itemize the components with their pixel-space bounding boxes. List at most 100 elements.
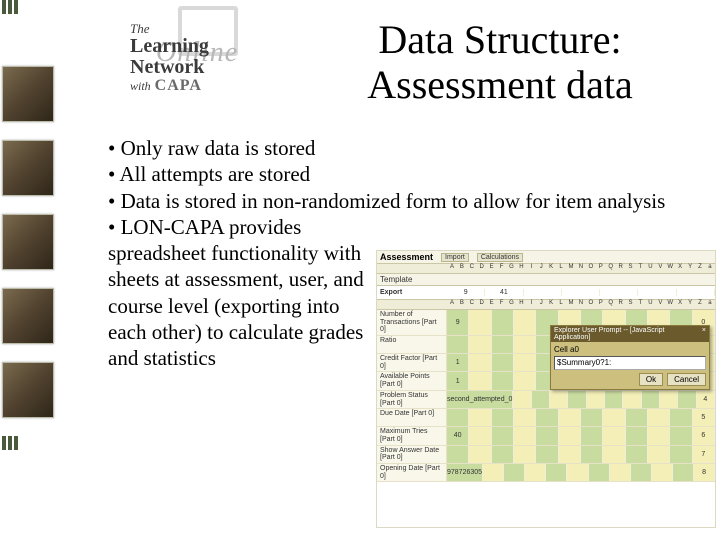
- sheet-cell[interactable]: [514, 372, 536, 389]
- logo-with: with: [130, 79, 151, 93]
- sheet-cell[interactable]: [626, 427, 648, 444]
- sheet-cell[interactable]: [587, 391, 605, 408]
- logo-capa: CAPA: [155, 77, 202, 94]
- sheet-cell[interactable]: [492, 409, 514, 426]
- sheet-cell[interactable]: [536, 409, 558, 426]
- sheet-cell[interactable]: [581, 446, 603, 463]
- sheet-cell[interactable]: [603, 409, 625, 426]
- sheet-cell[interactable]: [492, 372, 514, 389]
- bullet-item: LON-CAPA provides spreadsheet functional…: [108, 214, 368, 372]
- sheet-cell[interactable]: [559, 446, 581, 463]
- sheet-cell[interactable]: [532, 391, 550, 408]
- sheet-cell[interactable]: [492, 354, 514, 371]
- sheet-cell[interactable]: [610, 464, 631, 481]
- sheet-cell[interactable]: [648, 427, 670, 444]
- sheet-cell[interactable]: [623, 391, 641, 408]
- sheet-cell[interactable]: [469, 372, 491, 389]
- sheet-cell[interactable]: [550, 391, 568, 408]
- sheet-cell[interactable]: 1: [447, 372, 469, 389]
- dialog-titlebar: Explorer User Prompt -- [JavaScript Appl…: [551, 326, 709, 342]
- sheet-cell[interactable]: 8: [694, 464, 715, 481]
- sheet-cell[interactable]: 978726305: [447, 464, 483, 481]
- sheet-cell[interactable]: [514, 409, 536, 426]
- dialog-cancel-button[interactable]: Cancel: [667, 373, 706, 386]
- sheet-cell[interactable]: [469, 354, 491, 371]
- sheet-cell[interactable]: [525, 464, 546, 481]
- sheet-cell[interactable]: [536, 446, 558, 463]
- row-label: Maximum Tries [Part 0]: [377, 427, 447, 444]
- sheet-cell[interactable]: 6: [693, 427, 715, 444]
- sheet-cell[interactable]: 5: [693, 409, 715, 426]
- export-cell-a[interactable]: 9: [447, 289, 485, 296]
- sheet-cell[interactable]: [559, 427, 581, 444]
- sheet-cell[interactable]: [626, 446, 648, 463]
- sheet-cell[interactable]: 40: [447, 427, 469, 444]
- sheet-cell[interactable]: [660, 391, 678, 408]
- sheet-cell[interactable]: [504, 464, 525, 481]
- sheet-cell[interactable]: 7: [693, 446, 715, 463]
- sheet-cell[interactable]: [492, 427, 514, 444]
- cell-edit-dialog: Explorer User Prompt -- [JavaScript Appl…: [550, 325, 710, 390]
- sheet-cell[interactable]: [648, 409, 670, 426]
- sheet-cell[interactable]: [603, 427, 625, 444]
- sheet-cell[interactable]: [492, 310, 514, 335]
- sheet-cell[interactable]: [589, 464, 610, 481]
- sidebar-photo: [2, 362, 54, 418]
- sheet-cell[interactable]: [469, 409, 491, 426]
- sheet-cell[interactable]: [492, 446, 514, 463]
- sheet-cell[interactable]: [642, 391, 660, 408]
- sheet-calc-button[interactable]: Calculations: [477, 253, 523, 262]
- dialog-expression-input[interactable]: $Summary0?1:: [554, 356, 706, 370]
- sheet-cell[interactable]: [568, 391, 586, 408]
- sheet-cell[interactable]: [514, 336, 536, 353]
- sheet-row: Show Answer Date [Part 0]7: [377, 446, 715, 464]
- sheet-cell[interactable]: [469, 310, 491, 335]
- sheet-cell[interactable]: [652, 464, 673, 481]
- sheet-cell[interactable]: [648, 446, 670, 463]
- bullet-item: Data is stored in non-randomized form to…: [108, 188, 703, 214]
- sheet-cell[interactable]: [447, 446, 469, 463]
- sheet-cell[interactable]: [514, 310, 536, 335]
- sheet-cell[interactable]: [447, 336, 469, 353]
- sheet-cell[interactable]: [469, 427, 491, 444]
- sheet-cell[interactable]: 4: [697, 391, 715, 408]
- sheet-cell[interactable]: [670, 427, 692, 444]
- sheet-import-button[interactable]: Import: [441, 253, 469, 262]
- title-line-1: Data Structure:: [300, 18, 700, 63]
- sheet-cell[interactable]: [559, 409, 581, 426]
- sheet-cell[interactable]: [536, 427, 558, 444]
- sheet-cell[interactable]: [626, 409, 648, 426]
- sheet-cell[interactable]: [447, 409, 469, 426]
- sheet-cell[interactable]: [670, 446, 692, 463]
- row-label: Available Points [Part 0]: [377, 372, 447, 389]
- sheet-cell[interactable]: second_attempted_0: [447, 391, 513, 408]
- sheet-cell[interactable]: [492, 336, 514, 353]
- sheet-cell[interactable]: [514, 354, 536, 371]
- sheet-cell[interactable]: [513, 391, 531, 408]
- sheet-cell[interactable]: 1: [447, 354, 469, 371]
- sheet-cell[interactable]: [514, 446, 536, 463]
- sheet-cell[interactable]: [605, 391, 623, 408]
- sidebar-photo: [2, 66, 54, 122]
- sheet-column-header-2: ABCDEFGHIJKLMNOPQRSTUVWXYZa: [377, 300, 715, 310]
- sheet-cell[interactable]: [670, 409, 692, 426]
- sheet-cell[interactable]: [678, 391, 696, 408]
- dialog-ok-button[interactable]: Ok: [639, 373, 663, 386]
- sheet-cell[interactable]: [469, 446, 491, 463]
- sheet-cell[interactable]: [603, 446, 625, 463]
- sheet-cell[interactable]: [581, 409, 603, 426]
- template-label: Template: [380, 275, 412, 284]
- sheet-cell[interactable]: [546, 464, 567, 481]
- sheet-cell[interactable]: [483, 464, 504, 481]
- close-icon[interactable]: ×: [702, 327, 706, 341]
- dialog-cell-label: Cell a0: [554, 345, 706, 354]
- sheet-cell[interactable]: [673, 464, 694, 481]
- sheet-cell[interactable]: [514, 427, 536, 444]
- sidebar-photo: [2, 140, 54, 196]
- sheet-cell[interactable]: [581, 427, 603, 444]
- sheet-cell[interactable]: [631, 464, 652, 481]
- export-cell-b[interactable]: 41: [485, 289, 523, 296]
- sheet-cell[interactable]: [469, 336, 491, 353]
- sheet-cell[interactable]: [567, 464, 588, 481]
- sheet-cell[interactable]: 9: [447, 310, 469, 335]
